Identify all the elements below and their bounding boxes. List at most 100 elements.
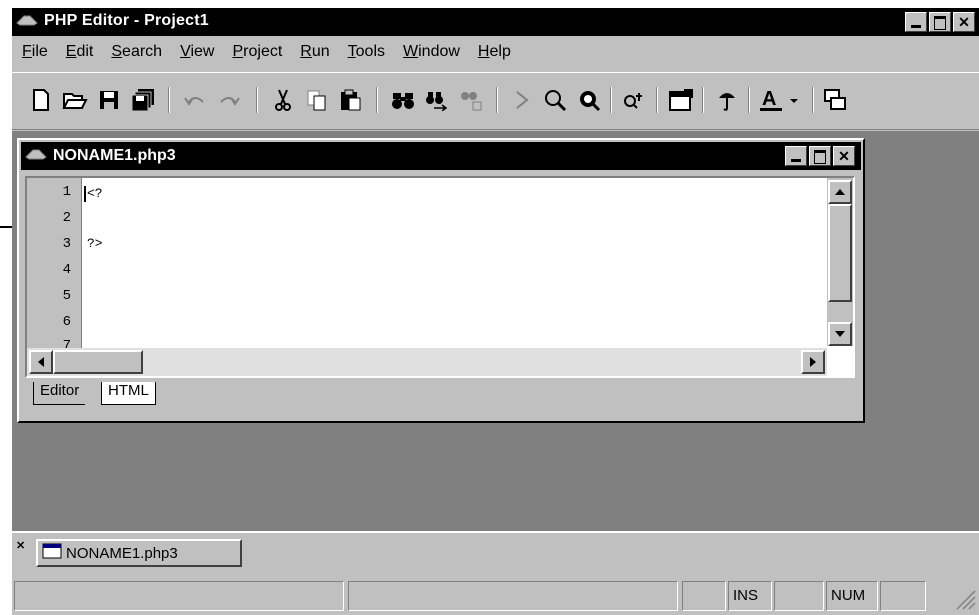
find-next-icon[interactable] [422,85,452,115]
menu-run-key: R [300,43,312,60]
code-editor[interactable]: 1 2 3 4 5 6 7 <? ?> [25,176,855,378]
menu-help[interactable]: Help [468,43,519,61]
tab-html[interactable]: HTML [101,382,156,405]
document-title-bar[interactable]: NONAME1.php3 ✕ [21,142,861,170]
query-icon[interactable] [620,85,650,115]
status-panel-3 [682,581,726,611]
maximize-button[interactable] [929,12,951,32]
arrow-right-icon [810,357,816,367]
tab-html-label: HTML [108,382,149,399]
undo-icon[interactable] [180,85,210,115]
document-icon [25,147,47,167]
line-number: 6 [62,314,71,330]
editor-tabs: Editor HTML [25,380,855,416]
line-number: 5 [62,288,71,304]
minimize-button[interactable] [905,12,927,32]
mdi-workspace: NONAME1.php3 ✕ 1 2 3 4 5 6 7 <? ?> Edito… [12,131,979,531]
line-number: 2 [62,210,71,226]
arrow-up-icon [835,189,845,195]
taskbar-document-label: NONAME1.php3 [66,544,178,562]
document-close-button[interactable]: ✕ [833,146,855,166]
maximize-icon [814,150,826,164]
menu-edit-key: E [65,43,77,60]
text-caret [84,186,86,202]
menu-window-key: W [403,43,419,60]
scroll-right-button[interactable] [801,350,825,374]
maximize-icon [934,16,946,30]
menu-file[interactable]: File [12,43,56,61]
document-minimize-button[interactable] [785,146,807,166]
code-line: ?> [87,236,103,251]
title-bar[interactable]: PHP Editor - Project1 ✕ [12,8,979,36]
menu-search[interactable]: Search [101,43,170,61]
menu-run-label: un [311,43,330,60]
run-icon[interactable] [506,85,536,115]
scroll-down-button[interactable] [828,322,852,346]
menu-tools-key: T [347,43,356,60]
toolbar: A [12,72,979,130]
save-icon[interactable] [94,85,124,115]
minimize-icon [791,159,801,162]
horizontal-scroll-thumb[interactable] [53,350,143,374]
paste-icon[interactable] [336,85,366,115]
zoom-icon[interactable] [540,85,570,115]
close-icon: ✕ [838,148,850,164]
save-all-icon[interactable] [128,85,158,115]
window-icon [42,543,62,563]
close-icon: ✕ [958,14,970,30]
tab-editor[interactable]: Editor [33,382,86,405]
menu-search-label: earch [122,43,163,60]
menu-bar: File Edit Search View Project Run Tools … [12,38,979,66]
font-color-icon[interactable]: A [758,85,804,115]
open-folder-icon[interactable] [60,85,90,115]
php-editor-window: PHP Editor - Project1 ✕ File Edit Search… [12,8,979,615]
svg-text:A: A [762,88,776,110]
copy-icon[interactable] [302,85,332,115]
window-icon[interactable] [820,85,850,115]
menu-project[interactable]: Project [222,43,290,61]
replace-icon[interactable] [456,85,486,115]
horizontal-scrollbar[interactable] [27,348,827,376]
menu-tools[interactable]: Tools [338,43,393,61]
menu-project-label: roject [243,43,283,60]
menu-window-label: indow [418,43,460,60]
taskbar-close-icon[interactable]: ✕ [16,539,25,552]
scroll-up-button[interactable] [828,180,852,204]
cut-icon[interactable] [268,85,298,115]
status-num: NUM [826,581,878,611]
menu-view[interactable]: View [170,43,222,61]
new-file-icon[interactable] [26,85,56,115]
vertical-scroll-thumb[interactable] [828,204,852,302]
line-number-gutter: 1 2 3 4 5 6 7 [27,178,82,376]
menu-help-label: elp [489,43,511,60]
menu-view-key: V [180,43,191,60]
taskbar-document-button[interactable]: NONAME1.php3 [36,539,242,567]
resize-grip-icon[interactable] [951,585,977,615]
properties-icon[interactable] [666,85,696,115]
menu-file-label: ile [31,43,48,60]
menu-edit[interactable]: Edit [56,43,102,61]
status-panel-1 [14,581,344,611]
document-maximize-button[interactable] [809,146,831,166]
status-panel-7 [880,581,926,611]
document-window: NONAME1.php3 ✕ 1 2 3 4 5 6 7 <? ?> Edito… [17,138,865,423]
status-panel-5 [774,581,824,611]
menu-window[interactable]: Window [393,43,468,61]
line-number: 3 [62,236,71,252]
menu-run[interactable]: Run [290,43,337,61]
find-icon[interactable] [388,85,418,115]
menu-file-key: F [22,43,32,60]
vertical-scrollbar[interactable] [827,178,853,346]
menu-help-key: H [477,43,490,60]
preview-icon[interactable] [574,85,604,115]
window-taskbar: ✕ NONAME1.php3 [12,531,979,573]
window-title: PHP Editor - Project1 [44,12,209,29]
tab-editor-label: Editor [40,382,80,399]
minimize-icon [911,25,921,28]
code-line: <? [87,186,103,201]
close-button[interactable]: ✕ [953,12,975,32]
help-icon[interactable] [712,85,742,115]
app-icon [16,13,38,31]
scroll-left-button[interactable] [29,350,53,374]
redo-icon[interactable] [214,85,244,115]
